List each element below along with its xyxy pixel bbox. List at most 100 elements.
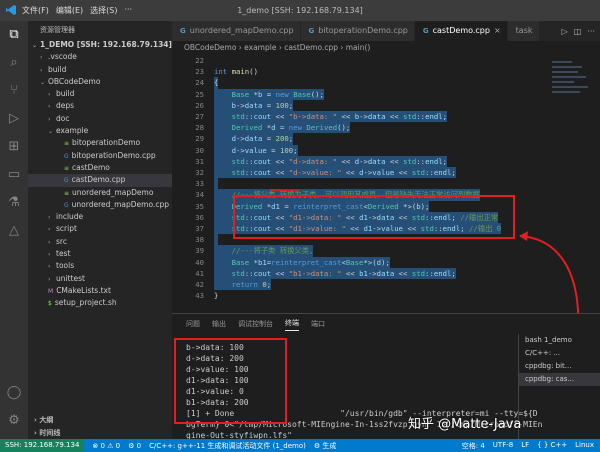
tree-item-label: script: [56, 224, 77, 234]
tree-item[interactable]: › .vscode: [28, 51, 172, 63]
language-mode[interactable]: { } C++: [537, 441, 567, 451]
tree-item[interactable]: ⌄ example: [28, 125, 172, 137]
tree-item[interactable]: ≡ castDemo: [28, 162, 172, 174]
code-text: Base *b = new Base();: [214, 88, 324, 100]
panel-tab[interactable]: 问题: [186, 319, 200, 329]
tab[interactable]: GcastDemo.cpp ×: [414, 21, 508, 41]
menu-select[interactable]: 选择(S): [90, 5, 117, 16]
tree-item-label: bitoperationDemo.cpp: [71, 150, 156, 160]
tab[interactable]: Gunordered_mapDemo.cpp: [172, 21, 301, 41]
title-bar: 文件(F) 编辑(E) 选择(S) ··· 1_demo [SSH: 192.1…: [0, 0, 600, 21]
tree-item[interactable]: ≡ bitoperationDemo: [28, 137, 172, 149]
tree-item[interactable]: M CMakeLists.txt: [28, 285, 172, 297]
search-icon[interactable]: ⌕: [6, 55, 22, 71]
code-text: d->data = 200;: [214, 133, 294, 145]
platform[interactable]: Linux: [575, 441, 594, 451]
line-number: 43: [195, 291, 204, 301]
panel-tab[interactable]: 调试控制台: [238, 319, 273, 329]
outline-section[interactable]: › 大纲: [28, 414, 172, 426]
code-text: std::cout << "b1->data: " << b1->data <<…: [214, 267, 456, 279]
tree-item-label: unittest: [56, 273, 85, 283]
extensions-icon[interactable]: ⊞: [6, 139, 22, 155]
editor-actions: ▷ ◫ ···: [557, 21, 600, 41]
account-icon[interactable]: ◯: [6, 385, 22, 401]
panel-tab[interactable]: 输出: [212, 319, 226, 329]
tree-item[interactable]: ≡ unordered_mapDemo: [28, 187, 172, 199]
minimap[interactable]: [548, 55, 600, 313]
tree-item[interactable]: › build: [28, 88, 172, 100]
file-tree: › .vscode › build ⌄ OBCodeDemo › build › deps › doc…: [28, 51, 172, 309]
tree-item[interactable]: › doc: [28, 113, 172, 125]
timeline-section[interactable]: › 时间线: [28, 427, 172, 439]
line-number: 38: [195, 235, 204, 245]
tree-item[interactable]: › script: [28, 223, 172, 235]
tree-item[interactable]: › unittest: [28, 273, 172, 285]
tree-item[interactable]: GbitoperationDemo.cpp: [28, 150, 172, 162]
tree-item-label: OBCodeDemo: [48, 76, 101, 86]
terminal-instance[interactable]: cppdbg: bit...: [519, 360, 600, 373]
terminal-instance[interactable]: C/C++: ...: [519, 347, 600, 360]
testing-icon[interactable]: ⚗: [6, 195, 22, 211]
tree-item[interactable]: › include: [28, 211, 172, 223]
source-control-icon[interactable]: ⑂: [6, 83, 22, 99]
tree-item[interactable]: $ setup_project.sh: [28, 297, 172, 309]
tree-item-label: tools: [56, 261, 75, 271]
terminal-instance[interactable]: cppdbg: cas...: [519, 373, 600, 386]
workspace-root-label: 1_DEMO [SSH: 192.168.79.134]: [40, 40, 172, 49]
terminal-instance[interactable]: bash 1_demo: [519, 334, 600, 347]
tree-item[interactable]: › tools: [28, 260, 172, 272]
tree-item[interactable]: ⌄ OBCodeDemo: [28, 76, 172, 88]
tree-item-label: doc: [56, 113, 70, 123]
close-icon[interactable]: ×: [494, 21, 501, 41]
menu-more[interactable]: ···: [124, 5, 132, 16]
split-editor-icon[interactable]: ◫: [574, 27, 582, 36]
run-icon[interactable]: ▷: [562, 27, 568, 36]
explorer-icon[interactable]: ⧉: [6, 27, 22, 43]
breadcrumb[interactable]: OBCodeDemo › example › castDemo.cpp › ma…: [172, 41, 600, 55]
build-button[interactable]: ⚙ 生成: [314, 441, 337, 451]
tree-item-label: example: [56, 126, 89, 136]
tab[interactable]: task: [507, 21, 540, 41]
tree-item[interactable]: Gunordered_mapDemo.cpp: [28, 199, 172, 211]
eol[interactable]: LF: [521, 441, 529, 451]
terminal-list: bash 1_demo C/C++: ... cppdbg: bit... cppdb…: [518, 334, 600, 440]
line-number: 40: [195, 257, 204, 267]
code-text: }: [214, 291, 219, 301]
tree-item[interactable]: › test: [28, 248, 172, 260]
tree-item[interactable]: › build: [28, 64, 172, 76]
code-line: 27 std::cout << "b->data: " << b->data <…: [172, 111, 548, 123]
tree-item[interactable]: GcastDemo.cpp: [28, 174, 172, 187]
vscode-window: 文件(F) 编辑(E) 选择(S) ··· 1_demo [SSH: 192.1…: [0, 0, 600, 452]
code-line: 31 std::cout << "d->data: " << d->data <…: [172, 155, 548, 167]
cpp-file-icon: G: [422, 27, 429, 35]
tree-item[interactable]: › deps: [28, 100, 172, 112]
settings-gear-icon[interactable]: ⚙: [6, 413, 22, 429]
code-text: [214, 178, 219, 190]
more-actions-icon[interactable]: ···: [587, 27, 595, 36]
menu-file[interactable]: 文件(F): [22, 5, 49, 16]
tree-item[interactable]: › src: [28, 236, 172, 248]
panel-tab[interactable]: 端口: [311, 319, 325, 329]
code-text: return 0;: [214, 279, 272, 291]
sessions-indicator[interactable]: ⚙ 0: [128, 442, 141, 450]
code-line: 42 return 0;: [172, 279, 548, 291]
menu-edit[interactable]: 编辑(E): [56, 5, 83, 16]
panel-tab[interactable]: 终端: [285, 318, 299, 331]
code-text: {: [214, 77, 219, 89]
file-type-icon: ≡: [64, 140, 70, 148]
remote-indicator[interactable]: SSH: 192.168.79.134: [0, 439, 85, 452]
encoding[interactable]: UTF-8: [493, 441, 513, 451]
remote-explorer-icon[interactable]: ▭: [6, 167, 22, 183]
indent-setting[interactable]: 空格: 4: [462, 441, 485, 451]
file-type-icon: ≡: [64, 189, 70, 197]
tab[interactable]: GbitoperationDemo.cpp: [300, 21, 415, 41]
code-text: b->data = 100;: [214, 99, 294, 111]
code-editor[interactable]: 22 23 int main() 24 {25 Base *b = new Base(…: [172, 55, 548, 313]
build-task[interactable]: C/C++: g++-11 生成和调试活动文件 (1_demo): [149, 441, 306, 451]
run-debug-icon[interactable]: ▷: [6, 111, 22, 127]
cmake-icon[interactable]: △: [6, 223, 22, 239]
tab-label: castDemo.cpp: [432, 26, 490, 35]
code-text: int main(): [214, 67, 258, 77]
problems-count[interactable]: ⊗ 0 ⚠ 0: [92, 442, 120, 450]
